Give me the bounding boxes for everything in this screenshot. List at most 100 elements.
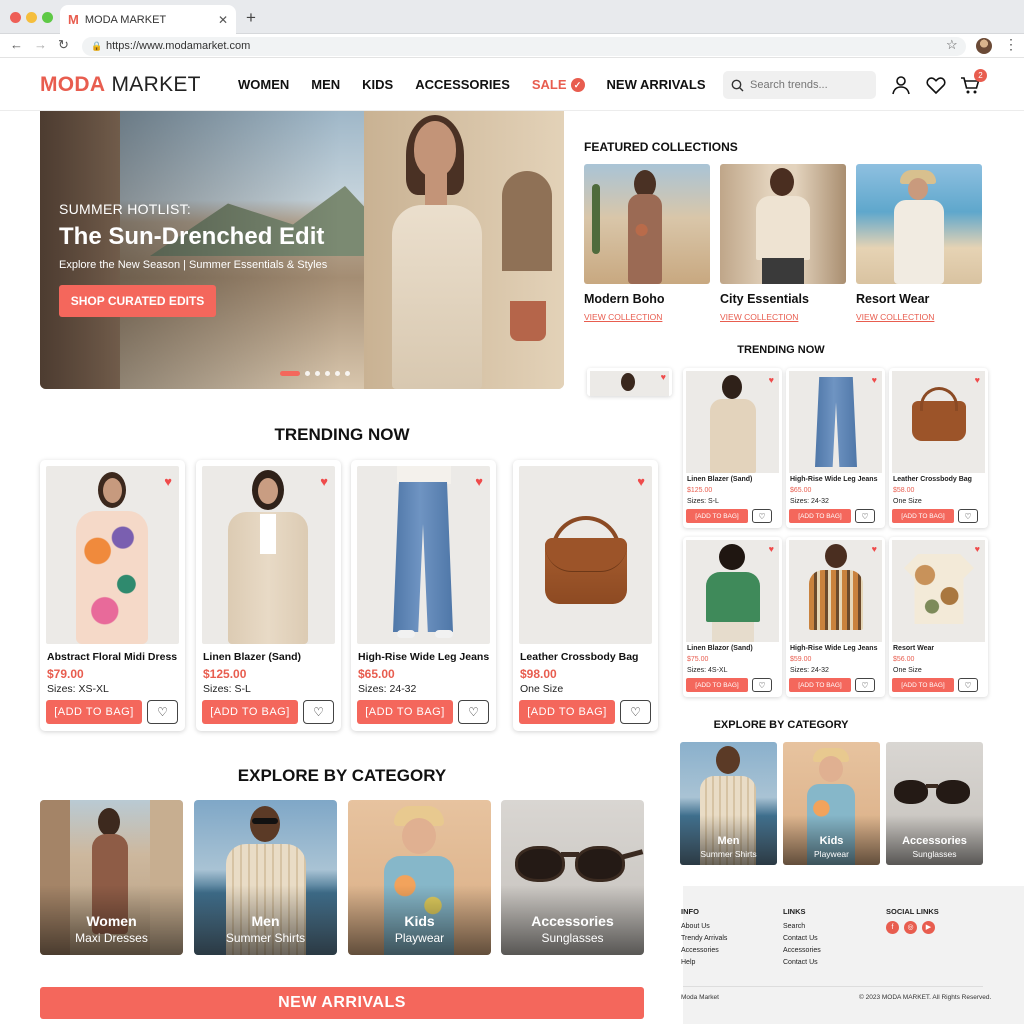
carousel-dot[interactable] (315, 371, 320, 376)
add-to-bag-button[interactable]: [ADD TO BAG] (46, 700, 142, 724)
mobile-category-kids[interactable]: Kids Playwear (783, 742, 880, 865)
search-input[interactable] (750, 79, 865, 91)
favorite-heart-icon[interactable]: ♥ (975, 375, 980, 385)
favorite-heart-icon[interactable]: ♥ (661, 372, 666, 382)
mobile-category-men[interactable]: Men Summer Shirts (680, 742, 777, 865)
add-to-bag-button[interactable]: [ADD TO BAG] (789, 509, 851, 523)
favorite-heart-icon[interactable]: ♥ (164, 474, 172, 489)
mobile-product-card[interactable]: ♥ Linen Blazer (Sand) $125.00 Sizes: S-L… (683, 368, 782, 528)
wishlist-heart-icon[interactable]: ♡ (303, 700, 334, 724)
wishlist-heart-icon[interactable]: ♡ (752, 678, 772, 692)
forward-icon[interactable]: → (34, 37, 47, 52)
collection-image-resort-wear[interactable] (856, 164, 982, 284)
product-card[interactable]: ♥ Linen Blazer (Sand) $125.00 Sizes: S-L… (196, 460, 341, 731)
product-card[interactable]: ♥ Leather Crossbody Bag $98.00 One Size … (513, 460, 658, 731)
close-window-dot[interactable] (10, 12, 21, 23)
footer-link[interactable]: About Us (681, 921, 727, 933)
mobile-product-card[interactable]: ♥ Linen Blazor (Sand) $75.00 Sizes: 4S-X… (683, 537, 782, 697)
carousel-dot[interactable] (280, 371, 300, 376)
nav-sale[interactable]: SALE ✓ (532, 77, 585, 92)
account-icon[interactable] (890, 74, 912, 96)
mobile-product-card[interactable]: ♥ Resort Wear $56.00 One Size [ADD TO BA… (889, 537, 988, 697)
favorite-heart-icon[interactable]: ♥ (975, 544, 980, 554)
category-tile-women[interactable]: Women Maxi Dresses (40, 800, 183, 955)
carousel-dot[interactable] (305, 371, 310, 376)
wishlist-heart-icon[interactable]: ♡ (147, 700, 178, 724)
search-box[interactable] (723, 71, 876, 99)
wishlist-heart-icon[interactable]: ♡ (958, 509, 978, 523)
wishlist-heart-icon[interactable]: ♡ (458, 700, 489, 724)
collection-image-modern-boho[interactable] (584, 164, 710, 284)
add-to-bag-button[interactable]: [ADD TO BAG] (202, 700, 298, 724)
wishlist-heart-icon[interactable]: ♡ (855, 509, 875, 523)
favorite-heart-icon[interactable]: ♥ (475, 474, 483, 489)
footer-link[interactable]: Trendy Arrivals (681, 933, 727, 945)
favorite-heart-icon[interactable]: ♥ (769, 375, 774, 385)
mobile-product-card[interactable]: ♥ High-Rise Wide Leg Jeans $65.00 Sizes:… (786, 368, 885, 528)
add-to-bag-button[interactable]: [ADD TO BAG] (357, 700, 453, 724)
close-tab-icon[interactable]: ✕ (218, 13, 228, 27)
mobile-category-accessories[interactable]: Accessories Sunglasses (886, 742, 983, 865)
add-to-bag-button[interactable]: [ADD TO BAG] (686, 509, 748, 523)
favorite-heart-icon[interactable]: ♥ (872, 544, 877, 554)
back-icon[interactable]: ← (10, 37, 23, 52)
browser-menu-icon[interactable]: ⋮ (1004, 36, 1018, 53)
hero-banner[interactable]: SUMMER HOTLIST: The Sun-Drenched Edit Ex… (40, 111, 564, 389)
wishlist-heart-icon[interactable]: ♡ (752, 509, 772, 523)
view-collection-link[interactable]: VIEW COLLECTION (584, 312, 662, 322)
wishlist-heart-icon[interactable]: ♡ (958, 678, 978, 692)
instagram-icon[interactable]: ◎ (904, 921, 917, 934)
footer-link[interactable]: Search (783, 921, 821, 933)
wishlist-heart-icon[interactable]: ♡ (620, 700, 651, 724)
new-tab-icon[interactable]: + (246, 8, 256, 28)
add-to-bag-button[interactable]: [ADD TO BAG] (892, 509, 954, 523)
minimize-window-dot[interactable] (26, 12, 37, 23)
footer-link[interactable]: Help (681, 957, 727, 969)
shop-curated-edits-button[interactable]: SHOP CURATED EDITS (59, 285, 216, 317)
view-collection-link[interactable]: VIEW COLLECTION (856, 312, 934, 322)
facebook-icon[interactable]: f (886, 921, 899, 934)
add-to-bag-button[interactable]: [ADD TO BAG] (789, 678, 851, 692)
footer-link[interactable]: Accessories (783, 945, 821, 957)
mobile-product-card[interactable]: ♥ Leather Crossbody Bag $58.00 One Size … (889, 368, 988, 528)
mobile-product-card[interactable]: ♥ High-Rise Wide Leg Jeans $59.00 Sizes:… (786, 537, 885, 697)
wishlist-heart-icon[interactable] (925, 74, 947, 96)
product-card[interactable]: ♥ Abstract Floral Midi Dress $79.00 Size… (40, 460, 185, 731)
category-tile-accessories[interactable]: Accessories Sunglasses (501, 800, 644, 955)
category-tile-kids[interactable]: Kids Playwear (348, 800, 491, 955)
bookmark-star-icon[interactable]: ☆ (946, 37, 958, 53)
footer-link[interactable]: Contact Us (783, 933, 821, 945)
new-arrivals-button[interactable]: NEW ARRIVALS (40, 987, 644, 1019)
category-tile-men[interactable]: Men Summer Shirts (194, 800, 337, 955)
url-field[interactable]: 🔒 https://www.modamarket.com (82, 37, 966, 56)
browser-tab[interactable]: M MODA MARKET ✕ (60, 5, 236, 34)
add-to-bag-button[interactable]: [ADD TO BAG] (686, 678, 748, 692)
product-card[interactable]: ♥ High-Rise Wide Leg Jeans $65.00 Sizes:… (351, 460, 496, 731)
favorite-heart-icon[interactable]: ♥ (320, 474, 328, 489)
nav-men[interactable]: MEN (311, 77, 340, 92)
site-logo[interactable]: MODA MARKET (40, 73, 201, 97)
favorite-heart-icon[interactable]: ♥ (637, 474, 645, 489)
profile-avatar[interactable] (976, 38, 992, 54)
youtube-icon[interactable]: ▶ (922, 921, 935, 934)
carousel-dot[interactable] (335, 371, 340, 376)
carousel-dot[interactable] (345, 371, 350, 376)
category-sub: Playwear (814, 849, 849, 859)
add-to-bag-button[interactable]: [ADD TO BAG] (892, 678, 954, 692)
nav-new-arrivals[interactable]: NEW ARRIVALS (607, 77, 706, 92)
product-image: ♥ (519, 466, 652, 644)
view-collection-link[interactable]: VIEW COLLECTION (720, 312, 798, 322)
reload-icon[interactable]: ↻ (58, 37, 69, 53)
add-to-bag-button[interactable]: [ADD TO BAG] (519, 700, 615, 724)
maximize-window-dot[interactable] (42, 12, 53, 23)
nav-women[interactable]: WOMEN (238, 77, 289, 92)
nav-kids[interactable]: KIDS (362, 77, 393, 92)
favorite-heart-icon[interactable]: ♥ (872, 375, 877, 385)
carousel-dot[interactable] (325, 371, 330, 376)
nav-accessories[interactable]: ACCESSORIES (415, 77, 510, 92)
collection-image-city-essentials[interactable] (720, 164, 846, 284)
favorite-heart-icon[interactable]: ♥ (769, 544, 774, 554)
footer-link[interactable]: Contact Us (783, 957, 821, 969)
footer-link[interactable]: Accessories (681, 945, 727, 957)
wishlist-heart-icon[interactable]: ♡ (855, 678, 875, 692)
